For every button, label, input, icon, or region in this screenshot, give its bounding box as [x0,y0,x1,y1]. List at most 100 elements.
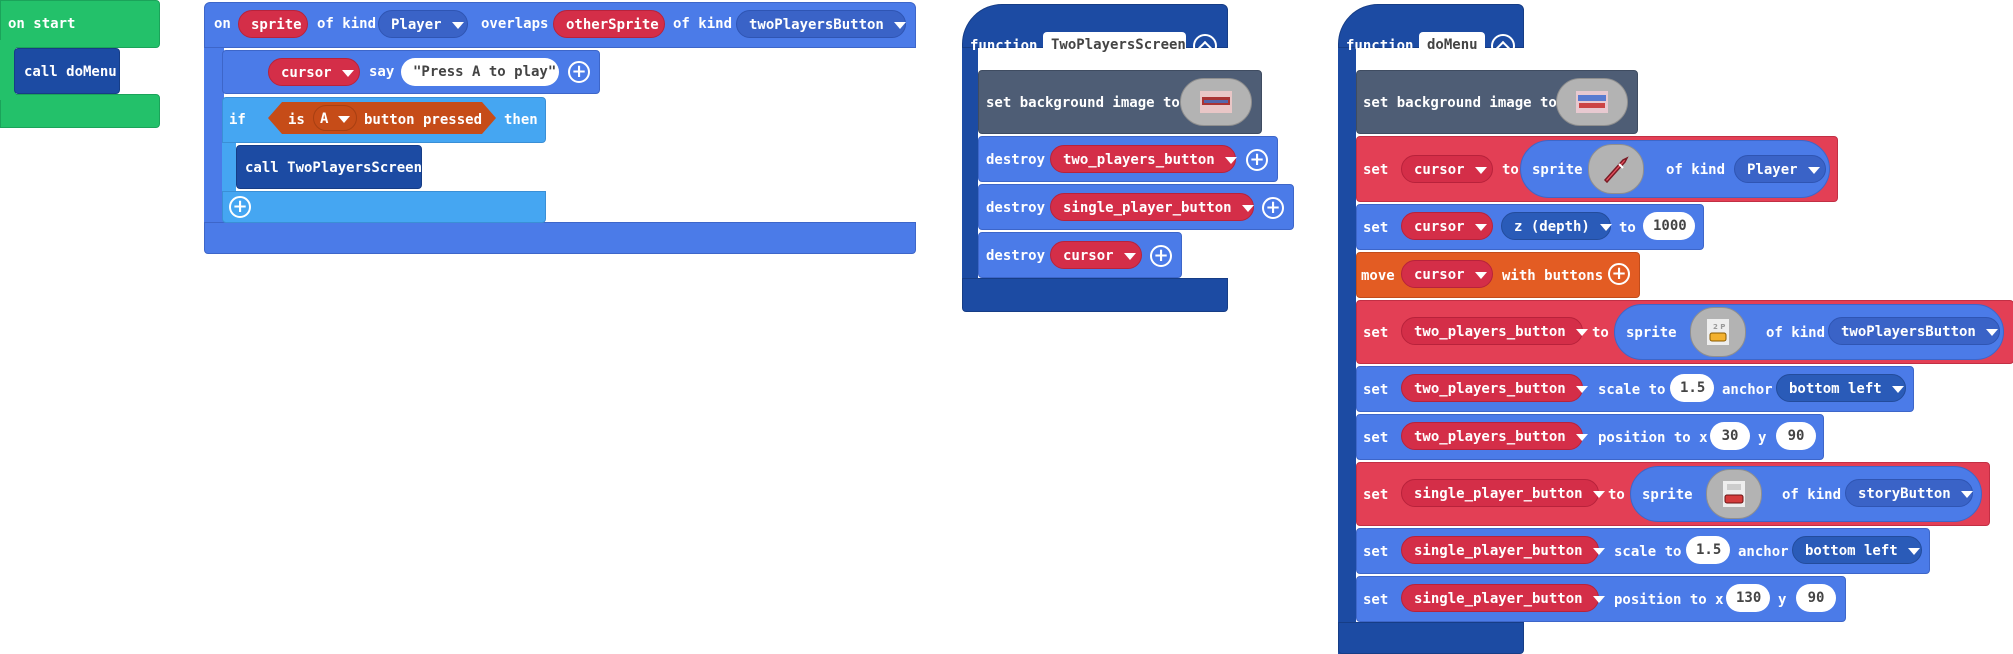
set-label-8: set [1363,592,1389,608]
of-kind-label-1: of kind [317,16,377,32]
to-label-1: to [1502,162,1519,178]
scale-value-input-1[interactable]: 1.5 [1670,374,1714,402]
destroy-label-2: destroy [986,200,1046,216]
on-label: on [214,16,231,32]
if-block-footer [222,191,546,223]
svg-text:2 P: 2 P [1713,323,1725,331]
domenu-fn-footer [1338,622,1524,654]
to-label-4: to [1608,487,1625,503]
depth-property-dropdown[interactable]: z (depth) [1501,212,1611,240]
sprite-param[interactable]: sprite [238,10,308,38]
scale-value-input-2[interactable]: 1.5 [1686,536,1730,564]
call-two-players-label: call TwoPlayersScreen [245,160,423,176]
on-start-block-footer [0,94,160,128]
move-label: move [1361,268,1395,284]
set-label-2: set [1363,220,1389,236]
is-label: is [288,112,305,128]
scale-to-label-1: scale to [1598,382,1666,398]
cursor-var-dropdown-1[interactable]: cursor [1401,155,1493,183]
to-label-3: to [1592,325,1609,341]
kind-dropdown-story[interactable]: storyButton [1845,479,1973,507]
button-a-dropdown[interactable]: A [313,105,357,131]
say-text-input[interactable]: "Press A to play" [401,58,559,86]
on-start-label: on start [8,16,76,32]
anchor-dropdown-2[interactable]: bottom left [1792,536,1922,564]
kind-dropdown-two-players-2[interactable]: twoPlayersButton [1828,317,2000,345]
say-label: say [369,64,395,80]
of-kind-label-3: of kind [1666,162,1726,178]
domenu-fn-spine [1338,48,1356,654]
two-players-fn-spine [962,48,978,280]
destroy-dropdown-two-players[interactable]: two_players_button [1050,145,1236,173]
with-buttons-label: with buttons [1502,268,1604,284]
set-label-4: set [1363,382,1389,398]
overlap-event-spine [204,48,224,224]
anchor-dropdown-1[interactable]: bottom left [1776,374,1906,402]
to-label-2: to [1619,220,1636,236]
sprite-label-3: sprite [1642,487,1693,503]
cursor-var-dropdown-3[interactable]: cursor [1401,260,1493,288]
say-sprite-dropdown[interactable]: cursor [268,58,360,86]
y-label-1: y [1758,430,1767,446]
set-label-6: set [1363,487,1389,503]
then-label: then [504,112,538,128]
destroy-label-3: destroy [986,248,1046,264]
y-label-2: y [1778,592,1787,608]
position-y-input-1[interactable]: 90 [1776,422,1816,450]
other-sprite-param[interactable]: otherSprite [553,10,665,38]
set-label-7: set [1363,544,1389,560]
depth-value-input[interactable]: 1000 [1643,212,1695,240]
bg-image-thumbnail-icon[interactable] [1180,78,1252,126]
if-block-spine [222,143,236,193]
anchor-label-1: anchor [1722,382,1773,398]
domenu-name-field[interactable]: doMenu [1419,32,1485,58]
if-label: if [229,112,246,128]
kind-dropdown-player[interactable]: Player [378,10,468,38]
of-kind-label-5: of kind [1782,487,1842,503]
single-player-var-dropdown-2[interactable]: single_player_button [1401,536,1599,564]
position-x-input-2[interactable]: 130 [1726,584,1770,612]
if-add-plus-icon[interactable]: + [229,196,251,218]
two-players-var-dropdown-2[interactable]: two_players_button [1401,374,1583,402]
overlap-event-footer [204,222,916,254]
set-bg-label: set background image to [986,95,1180,111]
domenu-set-bg-label: set background image to [1363,95,1557,111]
destroy-plus-icon-3[interactable]: + [1150,245,1172,267]
set-label-1: set [1363,162,1389,178]
domenu-collapse-icon[interactable] [1491,34,1515,58]
fn-name-field[interactable]: TwoPlayersScreen [1043,32,1186,58]
scale-to-label-2: scale to [1614,544,1682,560]
position-x-input-1[interactable]: 30 [1710,422,1750,450]
button-pressed-label: button pressed [364,112,483,128]
of-kind-label-4: of kind [1766,325,1826,341]
function-label: function [970,38,1038,54]
single-player-sprite-image-icon[interactable] [1706,469,1762,519]
sprite-label-1: sprite [1532,162,1583,178]
move-plus-icon[interactable]: + [1608,263,1630,285]
destroy-dropdown-cursor[interactable]: cursor [1050,241,1142,269]
of-kind-label-2: of kind [673,16,733,32]
position-label-1: position to x [1598,430,1708,446]
destroy-dropdown-single-player[interactable]: single_player_button [1050,193,1254,221]
two-players-var-dropdown-3[interactable]: two_players_button [1401,422,1583,450]
set-label-3: set [1363,325,1389,341]
cursor-sprite-image-icon[interactable] [1588,144,1644,194]
two-players-var-dropdown-1[interactable]: two_players_button [1401,317,1583,345]
destroy-plus-icon-1[interactable]: + [1246,149,1268,171]
domenu-bg-thumbnail-icon[interactable] [1556,78,1628,126]
position-label-2: position to x [1614,592,1724,608]
overlaps-label: overlaps [481,16,549,32]
destroy-label-1: destroy [986,152,1046,168]
say-expand-plus-icon[interactable]: + [568,61,590,83]
domenu-function-label: function [1346,38,1414,54]
kind-dropdown-player-2[interactable]: Player [1734,155,1826,183]
two-players-sprite-image-icon[interactable]: 2 P [1690,307,1746,357]
single-player-var-dropdown-3[interactable]: single_player_button [1401,584,1599,612]
cursor-var-dropdown-2[interactable]: cursor [1401,212,1493,240]
sprite-label-2: sprite [1626,325,1677,341]
kind-dropdown-two-players[interactable]: twoPlayersButton [736,10,906,38]
destroy-plus-icon-2[interactable]: + [1262,197,1284,219]
collapse-icon[interactable] [1193,34,1217,58]
single-player-var-dropdown-1[interactable]: single_player_button [1401,479,1599,507]
position-y-input-2[interactable]: 90 [1796,584,1836,612]
